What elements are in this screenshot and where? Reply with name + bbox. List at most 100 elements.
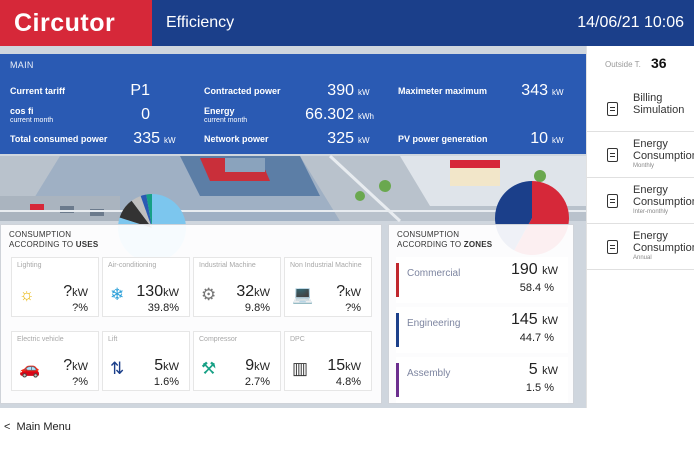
use-percent: ?% — [345, 302, 361, 314]
use-tile[interactable]: DPC ▥ 15kW 4.8% — [284, 331, 372, 391]
use-percent: 4.8% — [335, 376, 361, 388]
zone-name: Engineering — [407, 318, 461, 329]
outside-temp-value: 36 — [651, 55, 667, 71]
metric-unit: kW — [358, 136, 370, 145]
use-power: 130kW — [136, 283, 179, 300]
metric-label: Network power — [204, 134, 269, 144]
zone-name: Commercial — [407, 268, 461, 279]
use-name: Lift — [108, 336, 118, 343]
link-period: Monthly — [633, 163, 655, 169]
network-power: Network power 325 kW — [204, 130, 374, 150]
compressor-icon: ⚒ — [201, 359, 217, 378]
link-title: Energy — [633, 138, 668, 150]
use-name: Non Industrial Machine — [290, 262, 362, 269]
chevron-left-icon: < — [4, 421, 11, 433]
app-window: Circutor Efficiency 14/06/21 10:06 MAIN … — [0, 0, 694, 454]
energy-consumption-annual-link[interactable]: Energy Consumption Annual — [587, 224, 694, 270]
metric-unit: kW — [164, 136, 176, 145]
metric-value: P1 — [130, 82, 150, 99]
zone-percent: 1.5 % — [525, 382, 554, 394]
use-percent: ?% — [72, 376, 88, 388]
use-power: ?kW — [336, 283, 361, 300]
use-percent: 39.8% — [147, 302, 179, 314]
metric-sublabel: current month — [10, 117, 54, 124]
pv-power-generation: PV power generation 10 kW — [398, 130, 568, 150]
zone-color-bar — [396, 263, 399, 297]
document-icon — [607, 194, 618, 208]
document-icon — [607, 148, 618, 162]
datetime: 14/06/21 10:06 — [577, 14, 684, 31]
uses-consumption-panel: CONSUMPTION ACCORDING TO USES Lighting ☼?… — [0, 224, 382, 404]
sun-icon: ☼ — [19, 285, 35, 304]
metric-label: Contracted power — [204, 86, 281, 96]
use-percent: 2.7% — [244, 376, 270, 388]
metric-value: 10 — [530, 130, 548, 147]
section-label: MAIN — [10, 60, 34, 70]
zone-color-bar — [396, 363, 399, 397]
metric-sublabel: current month — [204, 117, 248, 124]
main-menu-label: Main Menu — [16, 421, 71, 433]
right-panel: Outside T. 36 Billing Simulation Energy … — [586, 46, 694, 408]
car-icon: 🚗 — [19, 359, 41, 378]
use-tile[interactable]: Industrial Machine ⚙ 32kW 9.8% — [193, 257, 281, 317]
zone-row[interactable]: Assembly 5 kW 1.5 % — [396, 357, 568, 403]
panel-title: CONSUMPTION ACCORDING TO ZONES — [397, 230, 493, 249]
metric-unit: kW — [358, 88, 370, 97]
energy-current-month: Energy current month 66.302 kWh — [204, 106, 374, 126]
zone-percent: 44.7 % — [519, 332, 554, 344]
laptop-icon: 💻 — [292, 285, 314, 304]
link-subtitle: Consumption — [633, 150, 694, 162]
metric-label: Current tariff — [10, 86, 66, 96]
link-period: Inter-monthly — [633, 209, 669, 215]
metric-value: 325 — [327, 130, 354, 147]
use-tile[interactable]: Non Industrial Machine 💻 ?kW?% — [284, 257, 372, 317]
snowflake-icon: ❄ — [110, 285, 125, 304]
gear-icon: ⚙ — [201, 285, 217, 304]
use-tile[interactable]: Compressor ⚒ 9kW 2.7% — [193, 331, 281, 391]
main-info-panel: MAIN Current tariff P1 Contracted power … — [0, 54, 586, 154]
document-icon — [607, 102, 618, 116]
energy-consumption-intermonthly-link[interactable]: Energy Consumption Inter-monthly — [587, 178, 694, 224]
panel-title: CONSUMPTION ACCORDING TO USES — [9, 230, 99, 249]
zone-name: Assembly — [407, 368, 451, 379]
cos-fi: cos fi current month 0 — [10, 106, 180, 126]
use-name: Electric vehicle — [17, 336, 64, 343]
link-title: Billing — [633, 92, 663, 104]
use-percent: 1.6% — [153, 376, 179, 388]
use-percent: 9.8% — [244, 302, 270, 314]
zone-power: 145 kW — [510, 311, 558, 328]
header-bar: Efficiency 14/06/21 10:06 — [152, 0, 694, 46]
metric-label: Maximeter maximum — [398, 86, 488, 96]
metric-value: 335 — [133, 130, 160, 147]
circutor-logo: Circutor — [0, 0, 152, 46]
use-tile[interactable]: Electric vehicle 🚗 ?kW?% — [11, 331, 99, 391]
main-area: MAIN Current tariff P1 Contracted power … — [0, 46, 586, 408]
use-percent: ?% — [72, 302, 88, 314]
use-power: ?kW — [63, 357, 88, 374]
link-title: Energy — [633, 184, 668, 196]
main-menu-button[interactable]: < Main Menu — [4, 421, 71, 433]
footer: < Main Menu — [0, 408, 694, 454]
metric-unit: kWh — [358, 112, 374, 121]
metric-label: Energy current month — [204, 106, 248, 124]
use-name: Industrial Machine — [199, 262, 256, 269]
use-tile[interactable]: Lighting ☼ ?kW?% — [11, 257, 99, 317]
current-tariff: Current tariff P1 — [10, 82, 180, 102]
zone-color-bar — [396, 313, 399, 347]
use-tile[interactable]: Lift ⇅ 5kW 1.6% — [102, 331, 190, 391]
zone-row[interactable]: Commercial 190 kW 58.4 % — [396, 257, 568, 303]
link-subtitle: Consumption — [633, 242, 694, 254]
use-tile[interactable]: Air-conditioning ❄ 130kW 39.8% — [102, 257, 190, 317]
metric-unit: kW — [552, 88, 564, 97]
metric-label: PV power generation — [398, 134, 488, 144]
elevator-icon: ⇅ — [110, 359, 125, 378]
use-name: Compressor — [199, 336, 238, 343]
use-power: 5kW — [154, 357, 179, 374]
zone-power: 190 kW — [510, 261, 558, 278]
energy-consumption-monthly-link[interactable]: Energy Consumption Monthly — [587, 132, 694, 178]
outside-temp-label: Outside T. — [605, 60, 641, 69]
link-period: Annual — [633, 255, 652, 261]
metric-label: cos fi current month — [10, 106, 54, 124]
billing-simulation-link[interactable]: Billing Simulation — [587, 86, 694, 132]
zone-row[interactable]: Engineering 145 kW 44.7 % — [396, 307, 568, 353]
